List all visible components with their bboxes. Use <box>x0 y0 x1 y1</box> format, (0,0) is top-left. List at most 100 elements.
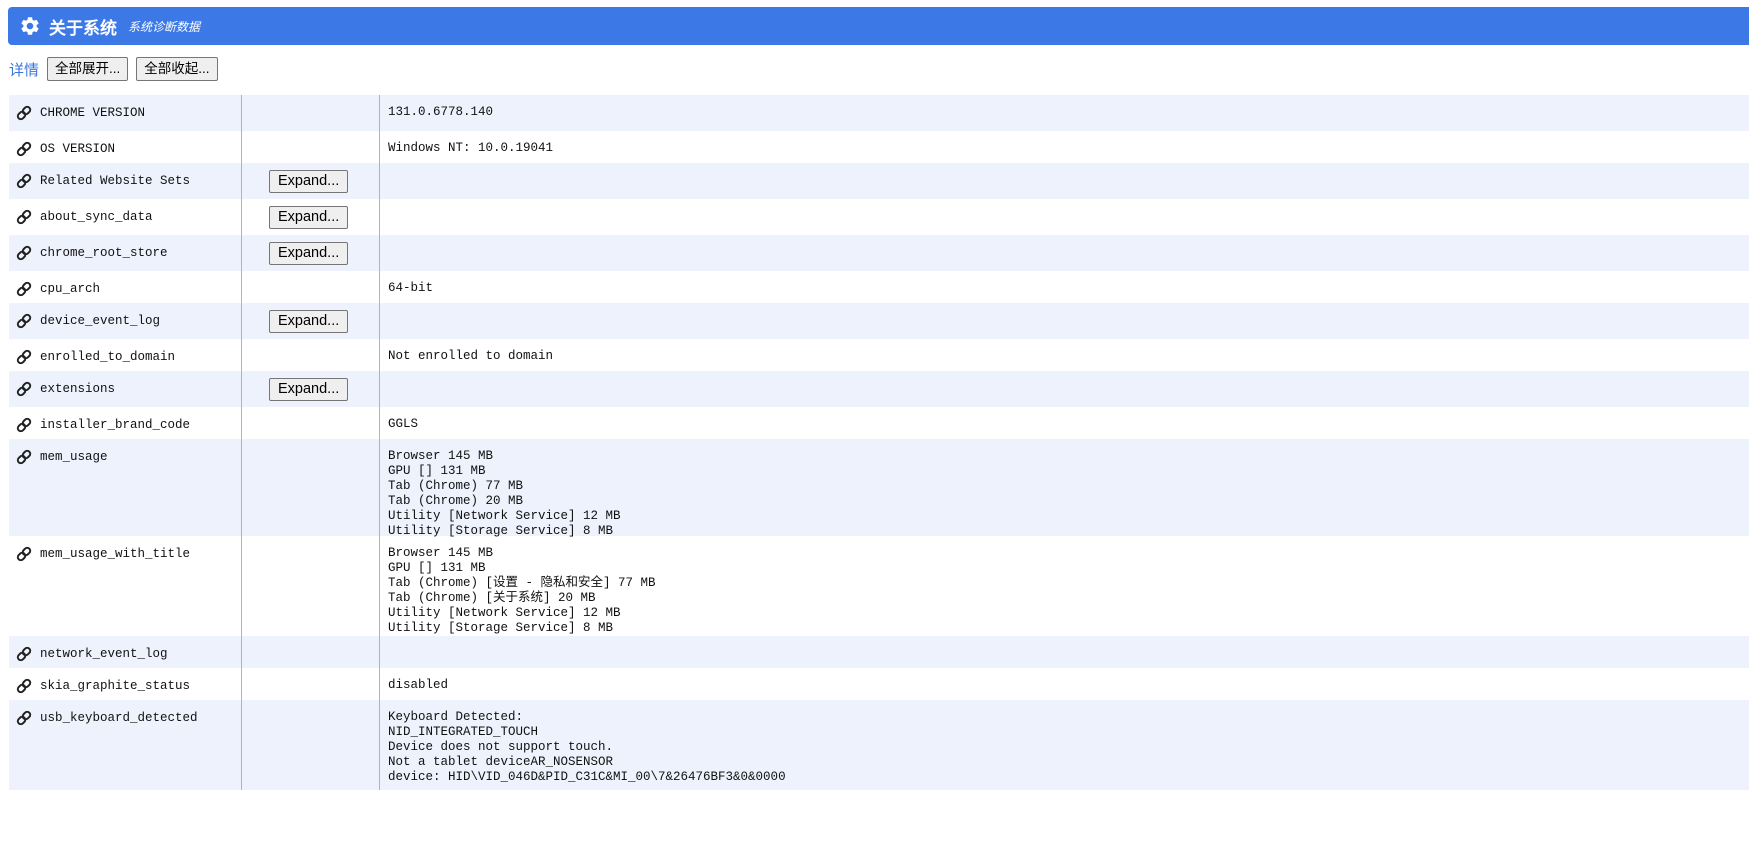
row-value: 131.0.6778.140 <box>388 105 494 119</box>
toolbar: 详情 全部展开... 全部收起... <box>9 56 226 82</box>
expand-button[interactable]: Expand... <box>269 309 349 333</box>
collapse-all-button[interactable]: 全部收起... <box>136 57 218 81</box>
row-button-cell <box>242 95 380 131</box>
link-icon[interactable] <box>16 449 32 465</box>
row-name-cell: CHROME VERSION <box>9 95 242 131</box>
link-icon[interactable] <box>16 710 32 726</box>
row-value <box>380 303 1749 339</box>
table-row: device_event_log Expand... <box>9 303 1749 339</box>
expand-button[interactable]: Expand... <box>269 241 349 265</box>
diagnostics-table: CHROME VERSION 131.0.6778.140 OS VERSION Wi… <box>9 95 1749 790</box>
link-icon[interactable] <box>16 173 32 189</box>
row-name: skia_graphite_status <box>40 679 191 693</box>
row-name: chrome_root_store <box>40 246 168 260</box>
row-button-cell: Expand... <box>242 303 380 339</box>
table-row: installer_brand_code GGLS <box>9 407 1749 439</box>
details-link[interactable]: 详情 <box>9 59 39 80</box>
row-value: GGLS <box>388 417 419 431</box>
row-name: mem_usage_with_title <box>40 547 191 561</box>
row-name: enrolled_to_domain <box>40 350 176 364</box>
row-button-cell: Expand... <box>242 163 380 199</box>
row-name: installer_brand_code <box>40 418 191 432</box>
row-value <box>380 636 1749 668</box>
table-row: skia_graphite_status disabled <box>9 668 1749 700</box>
row-value <box>380 199 1749 235</box>
row-name: extensions <box>40 382 116 396</box>
expand-button[interactable]: Expand... <box>269 169 349 193</box>
row-name: mem_usage <box>40 450 108 464</box>
row-name-cell: about_sync_data <box>9 199 242 235</box>
table-row: extensions Expand... <box>9 371 1749 407</box>
row-value <box>380 163 1749 199</box>
table-row: mem_usage Browser 145 MB GPU [] 131 MB Ta… <box>9 439 1749 538</box>
link-icon[interactable] <box>16 678 32 694</box>
link-icon[interactable] <box>16 209 32 225</box>
table-row: network_event_log <box>9 636 1749 668</box>
row-value: Windows NT: 10.0.19041 <box>388 141 554 155</box>
row-button-cell <box>242 131 380 163</box>
table-row: enrolled_to_domain Not enrolled to domain <box>9 339 1749 371</box>
row-button-cell <box>242 536 380 636</box>
row-value: Keyboard Detected: NID_INTEGRATED_TOUCH … <box>388 710 786 784</box>
link-icon[interactable] <box>16 417 32 433</box>
row-value: Browser 145 MB GPU [] 131 MB Tab (Chrome… <box>388 449 621 538</box>
row-name: Related Website Sets <box>40 174 191 188</box>
link-icon[interactable] <box>16 646 32 662</box>
expand-button[interactable]: Expand... <box>269 205 349 229</box>
gear-icon <box>19 15 41 37</box>
page-header: 关于系统 系统诊断数据 <box>8 7 1749 45</box>
link-icon[interactable] <box>16 349 32 365</box>
table-row: Related Website Sets Expand... <box>9 163 1749 199</box>
table-row: about_sync_data Expand... <box>9 199 1749 235</box>
row-name-cell: cpu_arch <box>9 271 242 303</box>
row-button-cell <box>242 636 380 668</box>
row-name-cell: mem_usage_with_title <box>9 536 242 636</box>
row-value: disabled <box>388 678 449 692</box>
row-value: Browser 145 MB GPU [] 131 MB Tab (Chrome… <box>388 546 656 635</box>
row-value: 64-bit <box>388 281 434 295</box>
row-name: device_event_log <box>40 314 161 328</box>
row-name: usb_keyboard_detected <box>40 711 198 725</box>
row-name-cell: usb_keyboard_detected <box>9 700 242 790</box>
table-row: chrome_root_store Expand... <box>9 235 1749 271</box>
row-button-cell <box>242 339 380 371</box>
link-icon[interactable] <box>16 245 32 261</box>
row-name-cell: network_event_log <box>9 636 242 668</box>
expand-button[interactable]: Expand... <box>269 377 349 401</box>
link-icon[interactable] <box>16 281 32 297</box>
row-button-cell <box>242 668 380 700</box>
table-row: usb_keyboard_detected Keyboard Detected: … <box>9 700 1749 790</box>
link-icon[interactable] <box>16 141 32 157</box>
table-row: mem_usage_with_title Browser 145 MB GPU [… <box>9 536 1749 636</box>
row-name-cell: enrolled_to_domain <box>9 339 242 371</box>
link-icon[interactable] <box>16 105 32 121</box>
row-name: network_event_log <box>40 647 168 661</box>
row-value <box>380 371 1749 407</box>
page-subtitle: 系统诊断数据 <box>128 19 201 34</box>
row-name-cell: Related Website Sets <box>9 163 242 199</box>
row-name-cell: extensions <box>9 371 242 407</box>
page-title: 关于系统 <box>49 18 117 38</box>
expand-all-button[interactable]: 全部展开... <box>47 57 129 81</box>
row-button-cell <box>242 439 380 536</box>
row-name: cpu_arch <box>40 282 101 296</box>
table-row: cpu_arch 64-bit <box>9 271 1749 303</box>
table-row: OS VERSION Windows NT: 10.0.19041 <box>9 131 1749 163</box>
row-name-cell: device_event_log <box>9 303 242 339</box>
row-name-cell: mem_usage <box>9 439 242 536</box>
row-value <box>380 235 1749 271</box>
row-value: Not enrolled to domain <box>388 349 554 363</box>
row-name: CHROME VERSION <box>40 106 146 120</box>
row-name-cell: chrome_root_store <box>9 235 242 271</box>
row-name-cell: skia_graphite_status <box>9 668 242 700</box>
link-icon[interactable] <box>16 313 32 329</box>
row-button-cell <box>242 700 380 790</box>
row-button-cell: Expand... <box>242 371 380 407</box>
row-button-cell: Expand... <box>242 235 380 271</box>
row-name-cell: installer_brand_code <box>9 407 242 439</box>
row-button-cell: Expand... <box>242 199 380 235</box>
link-icon[interactable] <box>16 546 32 562</box>
row-button-cell <box>242 407 380 439</box>
row-button-cell <box>242 271 380 303</box>
link-icon[interactable] <box>16 381 32 397</box>
